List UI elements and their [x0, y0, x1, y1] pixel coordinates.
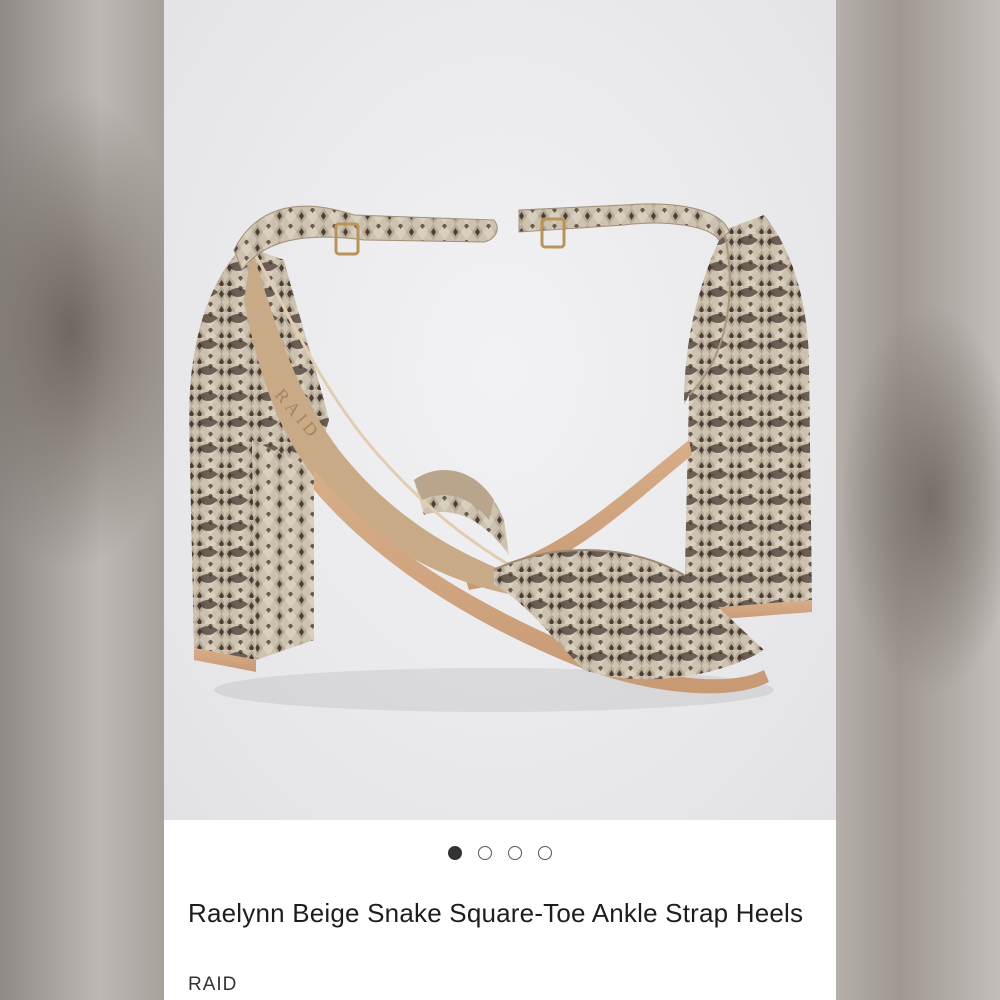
- product-image[interactable]: RAID: [164, 0, 836, 820]
- carousel-dot-icon[interactable]: [448, 846, 462, 860]
- left-heel-block: [189, 420, 256, 660]
- carousel-dot-icon[interactable]: [538, 846, 552, 860]
- product-card: RAID Raelynn Beige Snake Square-Toe Ankl…: [164, 0, 836, 1000]
- heels-illustration: RAID: [189, 203, 812, 712]
- product-brand[interactable]: RAID: [188, 974, 237, 996]
- product-title: Raelynn Beige Snake Square-Toe Ankle Str…: [188, 898, 804, 928]
- right-heel-block: [684, 365, 812, 610]
- carousel-indicators: [164, 846, 836, 862]
- right-ankle-strap: [518, 203, 730, 241]
- carousel-dot-icon[interactable]: [508, 846, 522, 860]
- carousel-dot-icon[interactable]: [478, 846, 492, 860]
